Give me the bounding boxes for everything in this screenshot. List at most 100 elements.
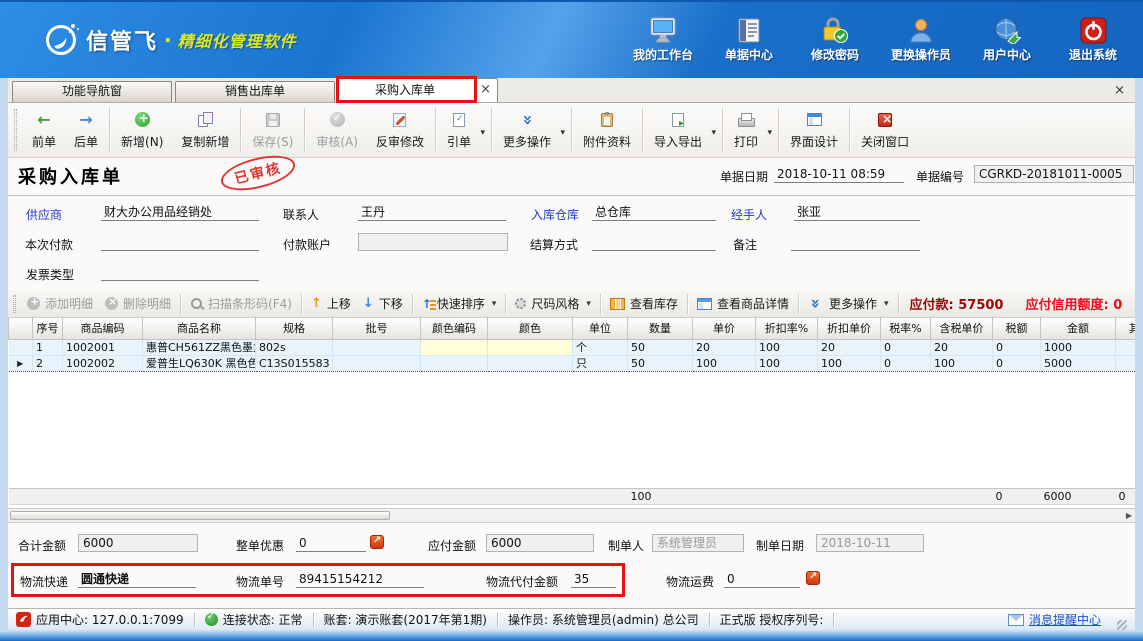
toolbar-button-close-window[interactable]: 关闭窗口 xyxy=(852,106,918,154)
table-cell[interactable]: 只 xyxy=(573,355,628,371)
statusbar-item-5[interactable]: 消息提醒中心 xyxy=(1008,611,1101,628)
table-cell[interactable]: 个 xyxy=(573,339,628,355)
table-cell[interactable] xyxy=(1116,339,1136,355)
column-header[interactable]: 颜色编码 xyxy=(421,318,488,339)
header-action-workstation[interactable]: 我的工作台 xyxy=(627,17,699,63)
cod-amount-field[interactable]: 35 xyxy=(571,571,616,588)
column-header[interactable]: 颜色 xyxy=(488,318,573,339)
dropdown-arrow-icon[interactable]: ▾ xyxy=(884,299,889,309)
dropdown-arrow-icon[interactable]: ▾ xyxy=(586,299,591,309)
toolbar-grip[interactable] xyxy=(14,109,17,151)
header-action-document-center[interactable]: 单据中心 xyxy=(713,17,785,63)
grid-button-quick-sort[interactable]: 快速排序▾ xyxy=(416,293,503,314)
table-cell[interactable] xyxy=(488,355,573,371)
doc-date-field[interactable]: 2018-10-11 08:59 xyxy=(774,166,904,183)
table-cell[interactable]: 1002002 xyxy=(63,355,143,371)
dropdown-arrow-icon[interactable]: ▾ xyxy=(480,128,485,138)
table-cell[interactable]: 100 xyxy=(756,339,818,355)
freight-field[interactable]: 0 xyxy=(724,571,800,588)
grid-button-more-actions[interactable]: 更多操作▾ xyxy=(802,293,895,314)
scrollbar-thumb[interactable] xyxy=(10,511,390,520)
table-cell[interactable] xyxy=(421,339,488,355)
table-cell[interactable]: 1000 xyxy=(1041,339,1116,355)
tabstrip-close-icon[interactable]: × xyxy=(1110,83,1129,98)
table-row[interactable]: 11002001惠普CH561ZZ黑色墨盒802s个50201002002001… xyxy=(9,339,1136,355)
tab-采购入库单[interactable]: 采购入库单× xyxy=(338,78,498,102)
grid-button-view-product[interactable]: 查看商品详情 xyxy=(691,293,795,314)
toolbar-button-unaudit[interactable]: 反审修改 xyxy=(367,106,433,154)
table-cell[interactable]: 20 xyxy=(818,339,881,355)
table-cell[interactable]: 2 xyxy=(33,355,63,371)
toolbar-button-ref-doc[interactable]: 引单▾ xyxy=(438,106,489,154)
resize-grip[interactable] xyxy=(1117,620,1127,630)
header-action-exit-system[interactable]: 退出系统 xyxy=(1057,17,1129,63)
column-header[interactable]: 折扣单价 xyxy=(818,318,881,339)
column-header[interactable]: 税率% xyxy=(881,318,931,339)
header-action-user-center[interactable]: 用户中心 xyxy=(971,17,1043,63)
table-cell[interactable]: 50 xyxy=(628,355,693,371)
toolbar-button-ui-design[interactable]: 界面设计 xyxy=(781,106,847,154)
column-header[interactable]: 单位 xyxy=(573,318,628,339)
toolbar-button-copy-new[interactable]: 复制新增 xyxy=(172,106,238,154)
payment-field[interactable] xyxy=(101,234,259,251)
warehouse-field[interactable]: 总仓库 xyxy=(592,204,716,221)
table-cell[interactable]: 50 xyxy=(628,339,693,355)
grid-button-size-style[interactable]: 尺码风格▾ xyxy=(509,293,597,314)
table-cell[interactable] xyxy=(333,355,421,371)
table-row[interactable]: ▶21002002爱普生LQ630K 黑色色C13S015583只5010010… xyxy=(9,355,1136,371)
column-header[interactable]: 税额 xyxy=(993,318,1041,339)
dropdown-arrow-icon[interactable]: ▾ xyxy=(712,128,717,138)
grid-toolbar-grip[interactable] xyxy=(13,295,16,313)
table-cell[interactable] xyxy=(333,339,421,355)
table-cell[interactable]: 100 xyxy=(693,355,756,371)
tab-销售出库单[interactable]: 销售出库单 xyxy=(175,81,335,102)
table-cell[interactable]: 1002001 xyxy=(63,339,143,355)
table-cell[interactable]: 惠普CH561ZZ黑色墨盒 xyxy=(143,339,256,355)
column-header[interactable]: 含税单价 xyxy=(931,318,993,339)
tab-功能导航窗[interactable]: 功能导航窗 xyxy=(12,81,172,102)
toolbar-button-import-export[interactable]: 导入导出▾ xyxy=(645,106,720,154)
grid-button-move-down[interactable]: 下移 xyxy=(357,293,409,314)
discount-adjust-icon[interactable] xyxy=(370,535,384,549)
column-header[interactable]: 折扣率% xyxy=(756,318,818,339)
table-cell[interactable]: C13S015583 xyxy=(256,355,333,371)
column-header[interactable]: 金额 xyxy=(1041,318,1116,339)
table-cell[interactable]: 0 xyxy=(993,355,1041,371)
grid-button-view-stock[interactable]: 查看库存 xyxy=(604,293,684,314)
toolbar-button-next-doc[interactable]: 后单 xyxy=(65,106,107,154)
column-header[interactable]: 其他费 xyxy=(1116,318,1136,339)
table-cell[interactable] xyxy=(488,339,573,355)
table-cell[interactable]: 100 xyxy=(818,355,881,371)
table-cell[interactable] xyxy=(1116,355,1136,371)
grid-button-move-up[interactable]: 上移 xyxy=(305,293,357,314)
freight-adjust-icon[interactable] xyxy=(806,571,820,585)
invoice-type-field[interactable] xyxy=(101,264,259,281)
toolbar-button-attachment[interactable]: 附件资料 xyxy=(574,106,640,154)
table-cell[interactable]: 1 xyxy=(33,339,63,355)
column-header[interactable]: 单价 xyxy=(693,318,756,339)
horizontal-scrollbar[interactable]: ▶ xyxy=(8,508,1135,522)
statusbar-text[interactable]: 消息提醒中心 xyxy=(1029,611,1101,628)
toolbar-button-new-doc[interactable]: 新增(N) xyxy=(112,106,172,154)
column-header[interactable]: 商品名称 xyxy=(143,318,256,339)
header-action-switch-operator[interactable]: 更换操作员 xyxy=(885,17,957,63)
table-cell[interactable]: 0 xyxy=(993,339,1041,355)
toolbar-button-prev-doc[interactable]: 前单 xyxy=(23,106,65,154)
row-selector[interactable] xyxy=(9,339,33,355)
column-header[interactable]: 规格 xyxy=(256,318,333,339)
express-field[interactable]: 圆通快递 xyxy=(78,571,196,588)
supplier-field[interactable]: 财大办公用品经销处 xyxy=(101,204,259,221)
table-cell[interactable]: 爱普生LQ630K 黑色色 xyxy=(143,355,256,371)
scroll-right-arrow[interactable]: ▶ xyxy=(1126,511,1132,520)
table-cell[interactable]: 100 xyxy=(931,355,993,371)
tab-close-icon[interactable]: × xyxy=(480,79,491,101)
table-cell[interactable]: 802s xyxy=(256,339,333,355)
table-cell[interactable] xyxy=(421,355,488,371)
dropdown-arrow-icon[interactable]: ▾ xyxy=(768,128,773,138)
remark-field[interactable] xyxy=(791,234,920,251)
table-cell[interactable]: 20 xyxy=(693,339,756,355)
tracking-no-field[interactable]: 89415154212 xyxy=(296,571,424,588)
table-cell[interactable]: 100 xyxy=(756,355,818,371)
table-cell[interactable]: 0 xyxy=(881,355,931,371)
table-cell[interactable]: 0 xyxy=(881,339,931,355)
